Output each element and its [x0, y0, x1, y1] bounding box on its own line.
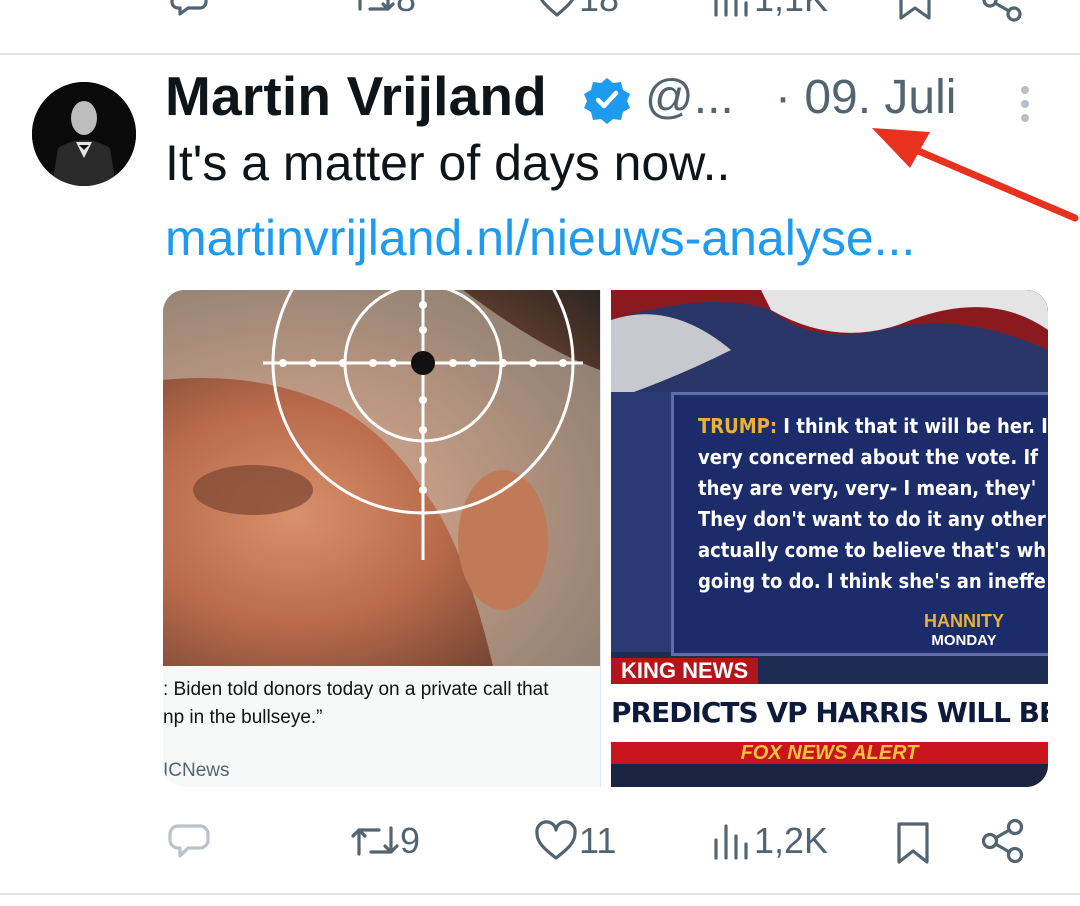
- show-label: HANNITY MONDAY: [924, 611, 1004, 651]
- quote-box: TRUMP: I think that it will be her. I ve…: [671, 392, 1048, 656]
- link-source: ICNews: [163, 760, 230, 781]
- heart-icon: [535, 820, 577, 860]
- previous-tweet-actions: 8 18 1,1K: [0, 0, 1080, 28]
- news-headline: PREDICTS VP HARRIS WILL BE THE NOMINE: [611, 684, 1048, 742]
- tweet-text: It's a matter of days now..: [165, 135, 731, 191]
- left-media-card[interactable]: : Biden told donors today on a private c…: [163, 290, 601, 787]
- share-icon: [981, 818, 1024, 864]
- bookmark-icon: [899, 0, 931, 20]
- tweet-link[interactable]: martinvrijland.nl/nieuws-analyse...: [165, 209, 915, 267]
- views-count: 1,1K: [754, 0, 828, 20]
- retweet-button[interactable]: 9: [350, 820, 420, 862]
- reply-icon: [170, 0, 208, 16]
- reply-icon: [168, 824, 210, 858]
- like-count: 18: [579, 0, 619, 20]
- quote-line-3: they are very, very- I mean, they': [698, 476, 1037, 500]
- news-graphic-top: [611, 290, 1048, 400]
- retweet-icon: [358, 0, 395, 11]
- retweet-icon: [351, 826, 399, 856]
- news-alert-bar: FOX NEWS ALERT: [611, 742, 1048, 764]
- link-caption: : Biden told donors today on a private c…: [163, 676, 600, 732]
- views-icon: [714, 0, 748, 17]
- share-button[interactable]: [980, 818, 1026, 864]
- bookmark-button[interactable]: [895, 0, 935, 22]
- quote-line-6: going to do. I think she's an ineffe: [698, 569, 1046, 593]
- show-day: MONDAY: [931, 632, 997, 649]
- avatar-image: [32, 82, 136, 186]
- news-bottom-strip: [611, 764, 1048, 787]
- annotation-arrow: [872, 128, 1079, 222]
- retweet-count: 8: [396, 0, 416, 20]
- quote-text: TRUMP: I think that it will be her. I ve…: [698, 411, 1048, 597]
- quote-line-2: very concerned about the vote. If: [698, 445, 1038, 469]
- quote-line-1: I think that it will be her. I: [777, 414, 1048, 438]
- crosshair-photo: [163, 290, 600, 666]
- caption-line-2: np in the bullseye.”: [163, 707, 323, 728]
- views-icon: [714, 824, 748, 860]
- reply-button[interactable]: [168, 820, 212, 862]
- avatar[interactable]: [32, 82, 136, 186]
- views-count: 1,2K: [754, 820, 829, 861]
- crosshair-overlay: [163, 290, 600, 666]
- verified-badge-icon: [584, 78, 630, 124]
- tweet-bottom-divider: [0, 893, 1080, 895]
- bookmark-icon: [897, 822, 929, 864]
- heart-icon: [540, 0, 574, 17]
- quote-line-4: They don't want to do it any other: [698, 507, 1046, 531]
- retweet-count: 9: [400, 820, 421, 861]
- share-icon: [982, 0, 1022, 22]
- caption-line-1: : Biden told donors today on a private c…: [163, 679, 549, 700]
- breaking-news-tag: KING NEWS: [611, 658, 759, 684]
- bookmark-button[interactable]: [893, 820, 933, 866]
- author-name[interactable]: Martin Vrijland: [165, 64, 547, 128]
- quote-line-5: actually come to believe that's wh: [698, 538, 1047, 562]
- author-handle[interactable]: @...: [645, 70, 734, 125]
- views-button[interactable]: 1,1K: [710, 0, 828, 20]
- views-button[interactable]: 1,2K: [710, 820, 828, 862]
- tweet-divider: [0, 53, 1080, 55]
- reply-button[interactable]: [170, 0, 210, 18]
- like-count: 11: [579, 820, 617, 861]
- like-button[interactable]: 18: [535, 0, 619, 20]
- tweet-media[interactable]: : Biden told donors today on a private c…: [163, 290, 1048, 787]
- show-name: HANNITY: [924, 611, 1004, 631]
- like-button[interactable]: 11: [533, 820, 616, 862]
- anchor-area: [611, 392, 671, 652]
- retweet-button[interactable]: 8: [352, 0, 416, 20]
- quote-speaker: TRUMP:: [698, 414, 778, 438]
- share-button[interactable]: [980, 0, 1024, 22]
- right-media-card[interactable]: TRUMP: I think that it will be her. I ve…: [611, 290, 1048, 787]
